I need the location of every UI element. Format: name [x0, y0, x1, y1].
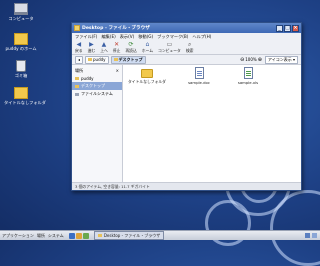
toolbar: ◀ 戻る ▶ 進む ▲ 上へ ✕ 停止 ⟳ 再読込 ⌂ ホーム ▭ コンピュータ…: [72, 40, 301, 55]
file-item-folder[interactable]: タイトルなしフォルダ: [127, 69, 167, 85]
view-mode-select[interactable]: アイコン表示 ▾: [264, 55, 298, 64]
crumb-toggle-button[interactable]: ◂: [75, 55, 84, 64]
window-title: Desktop - ファイル・ブラウザ: [82, 26, 150, 31]
back-arrow-icon: ◀: [76, 40, 82, 48]
desktop-icon-trash[interactable]: ゴミ箱: [4, 60, 38, 78]
home-icon: ⌂: [145, 40, 150, 48]
menu-view[interactable]: 表示(V): [120, 34, 135, 40]
zoom-in-icon[interactable]: ⊕: [258, 57, 262, 63]
drive-icon: [75, 92, 79, 96]
forward-button[interactable]: ▶ 進む: [88, 41, 96, 54]
home-button[interactable]: ⌂ ホーム: [142, 41, 153, 54]
window-titlebar[interactable]: Desktop - ファイル・ブラウザ _ □ ×: [72, 23, 301, 33]
desktop-icon-home[interactable]: puddy のホーム: [4, 33, 38, 51]
minimize-button[interactable]: _: [276, 24, 283, 32]
spreadsheet-icon: [243, 67, 253, 79]
maximize-button[interactable]: □: [284, 24, 291, 32]
menu-bar: ファイル(F) 編集(E) 表示(V) 移動(G) ブックマーク(B) ヘルプ(…: [72, 33, 301, 40]
home-folder-icon: [75, 77, 79, 80]
home-folder-icon: [14, 33, 28, 45]
forward-arrow-icon: ▶: [89, 40, 94, 48]
menu-help[interactable]: ヘルプ(H): [192, 34, 211, 40]
file-view[interactable]: タイトルなしフォルダ sample.doc sample.xls: [123, 65, 301, 183]
sidebar-item-puddy[interactable]: puddy: [72, 75, 122, 82]
zoom-level: 100%: [245, 57, 257, 62]
search-icon: ⌕: [187, 40, 192, 48]
breadcrumb-desktop[interactable]: デスクトップ: [110, 55, 146, 64]
desktop-icon-label: puddy のホーム: [5, 46, 37, 51]
computer-icon: ▭: [166, 40, 173, 48]
document-icon: [194, 67, 204, 79]
browser-launcher-icon[interactable]: [68, 232, 75, 239]
applications-menu[interactable]: アプリケーション: [2, 233, 34, 239]
menu-bookmarks[interactable]: ブックマーク(B): [157, 34, 188, 40]
system-menu[interactable]: システム: [48, 233, 64, 239]
mail-launcher-icon[interactable]: [75, 232, 82, 239]
close-button[interactable]: ×: [292, 24, 299, 32]
trash-icon: [16, 60, 26, 72]
menu-go[interactable]: 移動(G): [138, 34, 153, 40]
menu-file[interactable]: ファイル(F): [75, 34, 97, 40]
desktop-icon-label: コンピュータ: [8, 16, 34, 21]
taskbar: アプリケーション 場所 システム Desktop - ファイル・ブラウザ: [0, 230, 320, 240]
stop-icon: ✕: [114, 40, 120, 48]
computer-button[interactable]: ▭ コンピュータ: [158, 41, 181, 54]
desktop-icon-label: タイトルなしフォルダ: [4, 100, 46, 105]
search-button[interactable]: ⌕ 検索: [186, 41, 194, 54]
folder-icon: [74, 25, 80, 31]
reload-icon: ⟳: [128, 40, 134, 48]
taskbar-task-file-browser[interactable]: Desktop - ファイル・ブラウザ: [93, 231, 165, 240]
sidebar-header[interactable]: 場所 ×: [72, 67, 122, 75]
stop-button[interactable]: ✕ 停止: [113, 41, 121, 54]
file-name: タイトルなしフォルダ: [128, 79, 166, 84]
system-tray: [303, 233, 317, 238]
breadcrumb-puddy[interactable]: puddy: [85, 55, 109, 64]
reload-button[interactable]: ⟳ 再読込: [125, 41, 136, 54]
desktop-icon-label: ゴミ箱: [14, 73, 28, 78]
menu-edit[interactable]: 編集(E): [101, 34, 115, 40]
folder-icon: [113, 58, 118, 61]
desktop-icon-folder[interactable]: タイトルなしフォルダ: [4, 87, 46, 105]
file-browser-window: Desktop - ファイル・ブラウザ _ □ × ファイル(F) 編集(E) …: [71, 22, 302, 191]
office-launcher-icon[interactable]: [82, 232, 89, 239]
file-item-doc[interactable]: sample.doc: [179, 67, 219, 85]
folder-icon: [88, 58, 93, 61]
workspace-switcher-icon[interactable]: [312, 233, 317, 238]
folder-icon: [14, 87, 28, 99]
folder-icon: [141, 69, 153, 78]
folder-icon: [75, 84, 79, 88]
places-menu[interactable]: 場所: [37, 233, 45, 239]
up-button[interactable]: ▲ 上へ: [100, 41, 108, 54]
computer-icon: [14, 3, 28, 15]
workspace-switcher-icon[interactable]: [305, 233, 310, 238]
file-name: sample.xls: [237, 80, 259, 85]
back-button[interactable]: ◀ 戻る: [75, 41, 83, 54]
location-bar: ◂ puddy デスクトップ ⊖ 100% ⊕ アイコン表示 ▾: [72, 55, 301, 65]
sidebar-item-desktop[interactable]: デスクトップ: [72, 82, 122, 90]
zoom-out-icon[interactable]: ⊖: [240, 57, 244, 63]
sidebar: 場所 × puddy デスクトップ ファイルシステム: [72, 65, 123, 183]
file-name: sample.doc: [188, 80, 210, 85]
up-arrow-icon: ▲: [101, 40, 107, 48]
sidebar-item-filesystem[interactable]: ファイルシステム: [72, 90, 122, 98]
status-bar: 3 個のアイテム, 空き容量: 11.7 ギガバイト: [72, 182, 301, 190]
desktop-icon-computer[interactable]: コンピュータ: [4, 3, 38, 21]
close-icon[interactable]: ×: [116, 68, 119, 74]
file-item-xls[interactable]: sample.xls: [228, 67, 268, 85]
folder-icon: [97, 234, 102, 237]
